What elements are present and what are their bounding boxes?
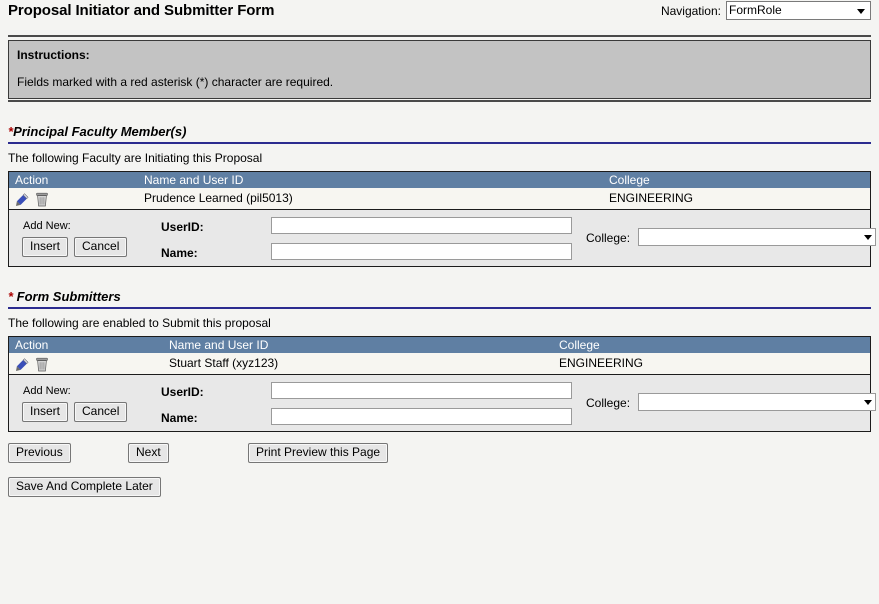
instructions-box: Instructions: Fields marked with a red a… (8, 40, 871, 99)
page-header: Proposal Initiator and Submitter Form Na… (0, 0, 879, 30)
college-select[interactable] (638, 228, 876, 246)
insert-button[interactable]: Insert (22, 237, 69, 257)
table-row: Prudence Learned (pil5013) ENGINEERING (9, 188, 870, 210)
section-form-submitters: * Form Submitters The following are enab… (8, 289, 876, 432)
college-label: College: (586, 231, 631, 245)
submitters-table: Action Name and User ID College Stuart S… (8, 336, 871, 375)
userid-label: UserID: (161, 385, 204, 399)
section-divider (8, 307, 871, 309)
table-row: Stuart Staff (xyz123) ENGINEERING (9, 353, 870, 375)
section-heading: * Form Submitters (8, 289, 871, 304)
navigation-select[interactable]: FormRole (726, 1, 871, 20)
cancel-button[interactable]: Cancel (74, 402, 128, 422)
page-title: Proposal Initiator and Submitter Form (8, 2, 275, 19)
navigation-control: Navigation: FormRole (661, 1, 871, 20)
section-subheading: The following are enabled to Submit this… (8, 316, 271, 330)
section-heading: *Principal Faculty Member(s) (8, 124, 871, 139)
add-new-panel: Add New: Insert Cancel UserID: Name: Col… (8, 210, 876, 267)
userid-input[interactable] (271, 217, 572, 234)
cancel-button[interactable]: Cancel (74, 237, 128, 257)
row-college-cell: ENGINEERING (559, 356, 644, 370)
row-college-cell: ENGINEERING (609, 191, 694, 205)
column-header-action: Action (15, 338, 49, 352)
instructions-text: Fields marked with a red asterisk (*) ch… (17, 75, 334, 89)
faculty-table: Action Name and User ID College Prudence… (8, 171, 871, 210)
add-new-buttons: Insert Cancel (22, 237, 128, 257)
table-header-row: Action Name and User ID College (9, 337, 870, 353)
previous-button[interactable]: Previous (8, 443, 71, 463)
add-new-label: Add New: (23, 385, 71, 397)
column-header-college: College (559, 338, 600, 352)
column-header-action: Action (15, 173, 49, 187)
instructions-title: Instructions: (17, 48, 90, 62)
divider-below-instructions (8, 100, 871, 102)
pencil-icon[interactable] (15, 357, 30, 372)
college-label: College: (586, 396, 631, 410)
add-new-label: Add New: (23, 220, 71, 232)
row-name-cell: Prudence Learned (pil5013) (144, 191, 293, 205)
add-new-panel: Add New: Insert Cancel UserID: Name: Col… (8, 375, 876, 432)
name-label: Name: (161, 411, 198, 425)
userid-label: UserID: (161, 220, 204, 234)
print-preview-button[interactable]: Print Preview this Page (248, 443, 389, 463)
column-header-name: Name and User ID (169, 338, 269, 352)
name-input[interactable] (271, 243, 572, 260)
save-and-complete-later-button[interactable]: Save And Complete Later (8, 477, 161, 497)
name-label: Name: (161, 246, 198, 260)
table-header-row: Action Name and User ID College (9, 172, 870, 188)
column-header-college: College (609, 173, 650, 187)
section-principal-faculty: *Principal Faculty Member(s) The followi… (8, 124, 876, 267)
pencil-icon[interactable] (15, 192, 30, 207)
column-header-name: Name and User ID (144, 173, 244, 187)
trash-icon[interactable] (35, 357, 49, 372)
navigation-select-shell: FormRole (726, 1, 871, 20)
trash-icon[interactable] (35, 192, 49, 207)
divider-above-instructions (8, 35, 871, 37)
section-subheading: The following Faculty are Initiating thi… (8, 151, 263, 165)
userid-input[interactable] (271, 382, 572, 399)
row-action-cell (9, 353, 169, 374)
insert-button[interactable]: Insert (22, 402, 69, 422)
section-heading-text: Principal Faculty Member(s) (13, 124, 187, 139)
section-divider (8, 142, 871, 144)
next-button[interactable]: Next (128, 443, 169, 463)
row-action-cell (9, 188, 144, 209)
college-select[interactable] (638, 393, 876, 411)
section-heading-text: Form Submitters (13, 289, 121, 304)
navigation-label: Navigation: (660, 3, 721, 18)
add-new-buttons: Insert Cancel (22, 402, 128, 422)
footer-actions: Previous Next Print Preview this Page Sa… (8, 432, 871, 502)
name-input[interactable] (271, 408, 572, 425)
row-name-cell: Stuart Staff (xyz123) (169, 356, 279, 370)
